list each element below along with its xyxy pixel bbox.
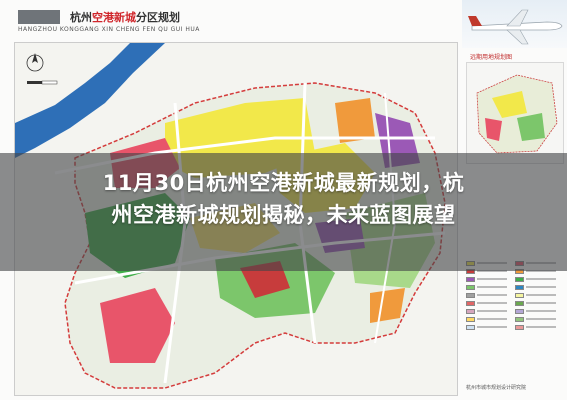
headline-line-2: 州空港新城规划揭秘，未来蓝图展望 [111, 203, 456, 227]
legend-label-placeholder [477, 278, 507, 280]
legend-label-placeholder [477, 310, 507, 312]
inset-map-title: 远期用地规划图 [470, 54, 513, 61]
legend-item [466, 324, 515, 330]
headline-line-1: 11月30日杭州空港新城最新规划，杭 [102, 171, 465, 195]
title-accent: 空港新城 [92, 11, 136, 24]
legend-label-placeholder [526, 294, 556, 296]
legend-swatch [466, 292, 475, 298]
legend-item [466, 276, 515, 282]
legend-item [515, 300, 564, 306]
legend-item [515, 276, 564, 282]
legend-label-placeholder [526, 278, 556, 280]
inset-map-svg [476, 74, 558, 154]
legend-label-placeholder [526, 302, 556, 304]
legend-swatch [515, 316, 524, 322]
map-header: 杭州空港新城分区规划 HANGZHOU KONGGANG XIN CHENG F… [12, 8, 452, 38]
title-suffix: 分区规划 [136, 11, 180, 24]
legend-item [466, 308, 515, 314]
legend-swatch [515, 292, 524, 298]
legend-swatch [466, 316, 475, 322]
mixed-use-zone [370, 288, 405, 323]
map-subtitle-pinyin: HANGZHOU KONGGANG XIN CHENG FEN QU GUI H… [18, 26, 200, 33]
inset-map [466, 62, 564, 164]
legend-label-placeholder [526, 310, 556, 312]
legend-swatch [515, 284, 524, 290]
legend-item [466, 300, 515, 306]
map-page: 杭州空港新城分区规划 HANGZHOU KONGGANG XIN CHENG F… [0, 0, 567, 400]
legend-label-placeholder [477, 294, 507, 296]
legend-label-placeholder [526, 286, 556, 288]
headline-banner: 11月30日杭州空港新城最新规划，杭 州空港新城规划揭秘，未来蓝图展望 [0, 153, 567, 271]
legend-swatch [515, 276, 524, 282]
legend-swatch [466, 276, 475, 282]
legend-label-placeholder [477, 326, 507, 328]
scale-bar [27, 80, 58, 85]
legend-footer: 杭州市城市规划设计研究院 [466, 385, 527, 391]
legend-item [466, 316, 515, 322]
legend-item [515, 316, 564, 322]
legend-swatch [466, 308, 475, 314]
legend-swatch [466, 300, 475, 306]
headline: 11月30日杭州空港新城最新规划，杭 州空港新城规划揭秘，未来蓝图展望 [0, 167, 567, 231]
legend-label-placeholder [477, 302, 507, 304]
legend-label-placeholder [477, 286, 507, 288]
map-title: 杭州空港新城分区规划 [70, 9, 180, 25]
legend-item [466, 292, 515, 298]
legend-label-placeholder [526, 326, 556, 328]
legend-label-placeholder [526, 318, 556, 320]
legend-label-placeholder [477, 318, 507, 320]
legend-swatch [466, 324, 475, 330]
mixed-use-zone [335, 98, 375, 143]
logo [18, 10, 60, 24]
legend-item [515, 324, 564, 330]
legend-item [466, 284, 515, 290]
legend-swatch [515, 300, 524, 306]
title-prefix: 杭州 [70, 11, 92, 24]
legend-swatch [466, 284, 475, 290]
airplane-image [462, 0, 567, 48]
legend-swatch [515, 308, 524, 314]
legend-swatch [515, 324, 524, 330]
legend-item [515, 292, 564, 298]
airplane-icon [468, 9, 563, 45]
legend-item [515, 308, 564, 314]
legend-item [515, 284, 564, 290]
